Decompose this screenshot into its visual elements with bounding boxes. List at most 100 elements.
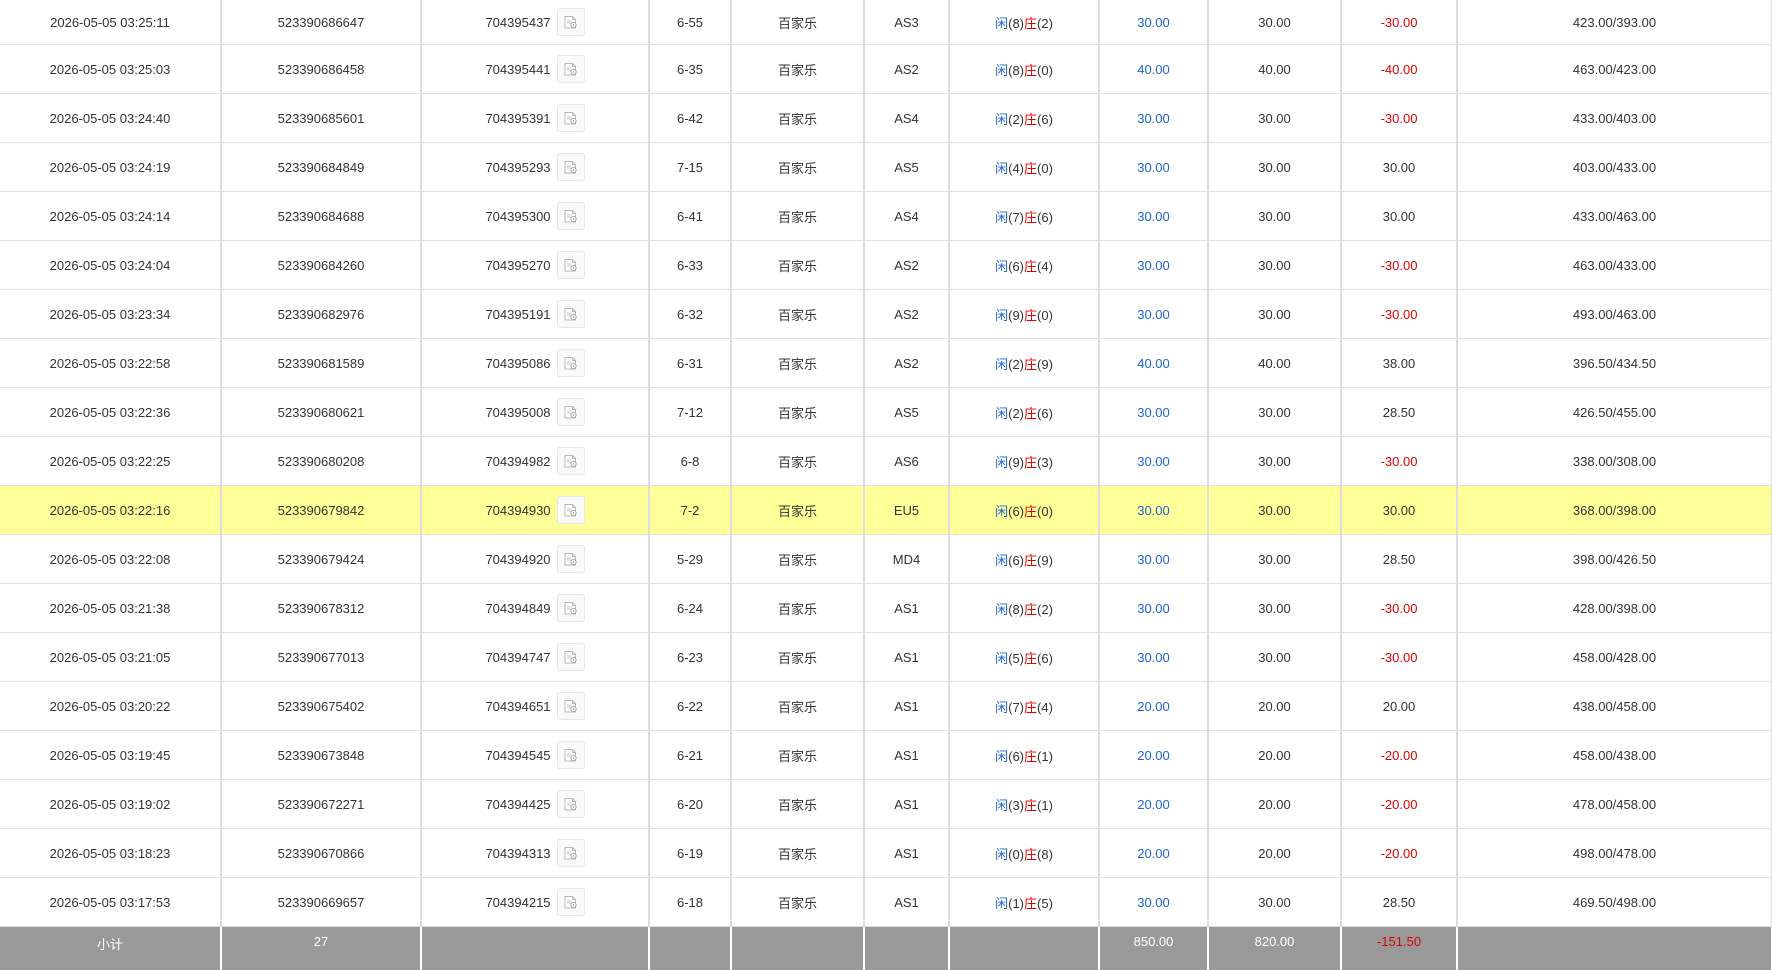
game-id-wrap: 704394313 <box>485 839 584 867</box>
detail-document-icon[interactable] <box>557 545 585 573</box>
detail-document-icon[interactable] <box>557 888 585 916</box>
cell-balance: 438.00/458.00 <box>1457 682 1772 731</box>
detail-document-icon[interactable] <box>557 251 585 279</box>
cell-result: 闲(5)庄(6) <box>949 633 1099 682</box>
cell-bet-id: 523390679842 <box>221 486 421 535</box>
banker-score: (2) <box>1037 602 1053 617</box>
cell-balance: 433.00/403.00 <box>1457 94 1772 143</box>
detail-document-icon[interactable] <box>557 643 585 671</box>
detail-document-icon[interactable] <box>557 594 585 622</box>
subtotal-bet: 850.00 <box>1099 927 1208 970</box>
cell-balance: 463.00/433.00 <box>1457 241 1772 290</box>
cell-game: 百家乐 <box>731 241 864 290</box>
cell-time: 2026-05-05 03:18:23 <box>0 829 221 878</box>
player-score: (9) <box>1008 308 1024 323</box>
player-score: (7) <box>1008 700 1024 715</box>
cell-round: 6-31 <box>649 339 731 388</box>
cell-round: 6-22 <box>649 682 731 731</box>
cell-payout: -30.00 <box>1341 584 1457 633</box>
game-id-wrap: 704394849 <box>485 594 584 622</box>
player-label: 闲 <box>995 210 1008 225</box>
cell-bet-amount: 20.00 <box>1099 682 1208 731</box>
banker-score: (9) <box>1037 553 1053 568</box>
player-label: 闲 <box>995 749 1008 764</box>
cell-time: 2026-05-05 03:25:03 <box>0 45 221 94</box>
game-id-wrap: 704395293 <box>485 153 584 181</box>
cell-valid-bet: 30.00 <box>1208 143 1341 192</box>
detail-document-icon[interactable] <box>557 790 585 818</box>
cell-game: 百家乐 <box>731 878 864 927</box>
cell-valid-bet: 30.00 <box>1208 437 1341 486</box>
detail-document-icon[interactable] <box>557 300 585 328</box>
player-score: (8) <box>1008 16 1024 31</box>
cell-result: 闲(6)庄(9) <box>949 535 1099 584</box>
cell-game-id: 704394425 <box>421 780 649 829</box>
cell-bet-id: 523390686458 <box>221 45 421 94</box>
cell-bet-amount: 30.00 <box>1099 878 1208 927</box>
cell-payout: -20.00 <box>1341 731 1457 780</box>
cell-game: 百家乐 <box>731 143 864 192</box>
player-score: (8) <box>1008 602 1024 617</box>
table-row: 2026-05-05 03:19:02523390672271704394425… <box>0 780 1772 829</box>
banker-score: (0) <box>1037 63 1053 78</box>
detail-document-icon[interactable] <box>557 104 585 132</box>
payout-value: -30.00 <box>1381 454 1418 469</box>
cell-bet-amount: 20.00 <box>1099 780 1208 829</box>
cell-game-id: 704395086 <box>421 339 649 388</box>
game-id-wrap: 704395441 <box>485 55 584 83</box>
cell-valid-bet: 40.00 <box>1208 339 1341 388</box>
detail-document-icon[interactable] <box>557 839 585 867</box>
cell-result: 闲(2)庄(9) <box>949 339 1099 388</box>
cell-bet-amount: 30.00 <box>1099 0 1208 45</box>
cell-table: AS1 <box>864 878 949 927</box>
cell-payout: -30.00 <box>1341 633 1457 682</box>
detail-document-icon[interactable] <box>557 202 585 230</box>
detail-document-icon[interactable] <box>557 55 585 83</box>
cell-result: 闲(1)庄(5) <box>949 878 1099 927</box>
detail-document-icon[interactable] <box>557 447 585 475</box>
game-id-text: 704394930 <box>485 503 550 518</box>
cell-bet-id: 523390670866 <box>221 829 421 878</box>
cell-table: AS1 <box>864 584 949 633</box>
cell-table: AS1 <box>864 682 949 731</box>
cell-time: 2026-05-05 03:22:08 <box>0 535 221 584</box>
player-score: (4) <box>1008 161 1024 176</box>
cell-bet-id: 523390685601 <box>221 94 421 143</box>
table-row: 2026-05-05 03:22:58523390681589704395086… <box>0 339 1772 388</box>
detail-document-icon[interactable] <box>557 741 585 769</box>
detail-document-icon[interactable] <box>557 153 585 181</box>
subtotal-row: 小计 27 850.00 820.00 -151.50 <box>0 927 1772 970</box>
detail-document-icon[interactable] <box>557 496 585 524</box>
cell-balance: 428.00/398.00 <box>1457 584 1772 633</box>
player-score: (6) <box>1008 553 1024 568</box>
cell-balance: 498.00/478.00 <box>1457 829 1772 878</box>
cell-payout: 28.50 <box>1341 388 1457 437</box>
cell-payout: -20.00 <box>1341 829 1457 878</box>
payout-value: 38.00 <box>1383 356 1416 371</box>
game-id-text: 704395293 <box>485 160 550 175</box>
cell-game: 百家乐 <box>731 633 864 682</box>
detail-document-icon[interactable] <box>557 8 585 36</box>
cell-bet-amount: 30.00 <box>1099 633 1208 682</box>
cell-balance: 403.00/433.00 <box>1457 143 1772 192</box>
cell-bet-id: 523390677013 <box>221 633 421 682</box>
detail-document-icon[interactable] <box>557 398 585 426</box>
detail-document-icon[interactable] <box>557 349 585 377</box>
player-label: 闲 <box>995 651 1008 666</box>
cell-game: 百家乐 <box>731 388 864 437</box>
cell-payout: -30.00 <box>1341 241 1457 290</box>
banker-label: 庄 <box>1024 798 1037 813</box>
cell-result: 闲(9)庄(3) <box>949 437 1099 486</box>
cell-balance: 433.00/463.00 <box>1457 192 1772 241</box>
payout-value: -30.00 <box>1381 15 1418 30</box>
cell-table: AS5 <box>864 388 949 437</box>
table-row: 2026-05-05 03:25:03523390686458 704395441… <box>0 45 1772 94</box>
cell-round: 6-23 <box>649 633 731 682</box>
banker-label: 庄 <box>1024 259 1037 274</box>
cell-round: 6-8 <box>649 437 731 486</box>
cell-bet-id: 523390678312 <box>221 584 421 633</box>
payout-value: 30.00 <box>1383 503 1416 518</box>
cell-game: 百家乐 <box>731 192 864 241</box>
detail-document-icon[interactable] <box>557 692 585 720</box>
game-id-text: 704395191 <box>485 307 550 322</box>
